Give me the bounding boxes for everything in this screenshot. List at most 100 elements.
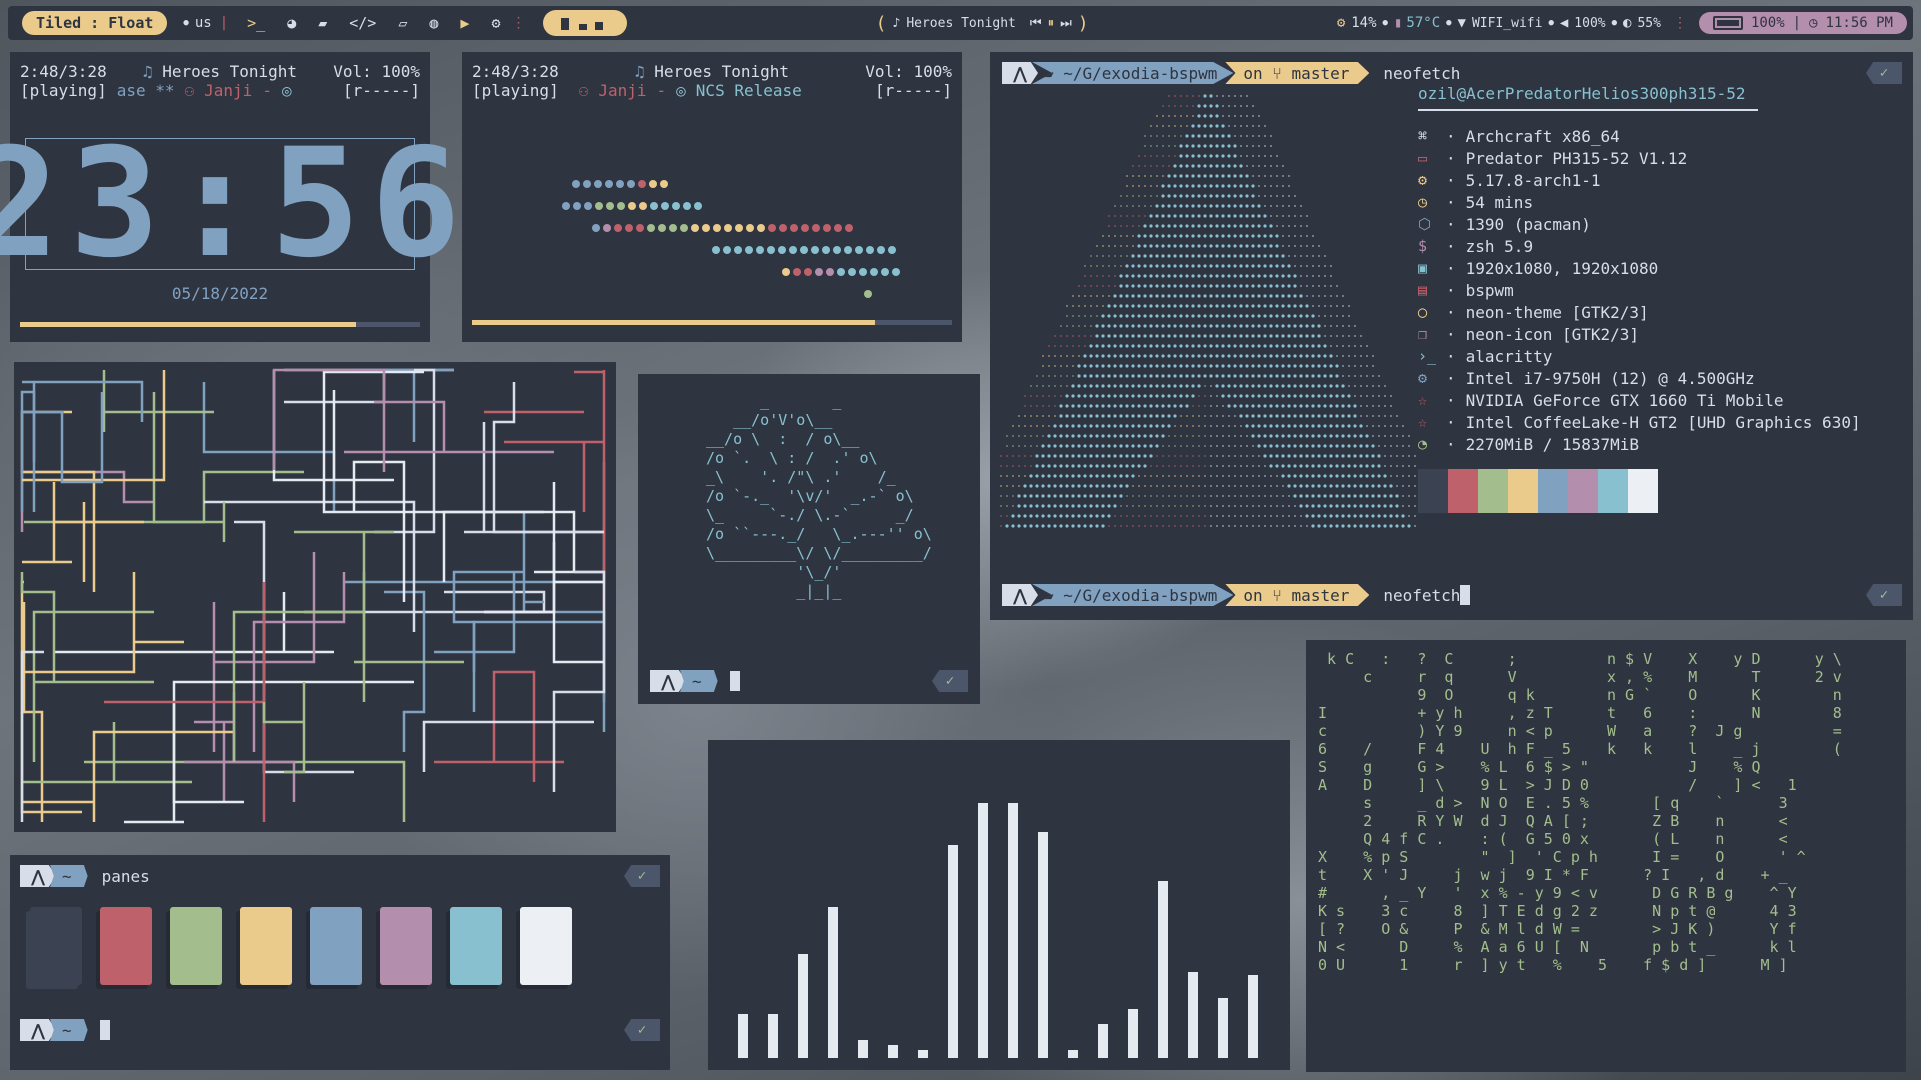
arch-dot (1108, 295, 1110, 297)
arch-dot (1155, 224, 1159, 228)
arch-dot (1048, 395, 1050, 397)
arch-dot (1335, 464, 1339, 468)
arch-dot (1306, 215, 1308, 217)
arch-dot (1191, 244, 1195, 248)
arch-dot (1180, 125, 1182, 127)
arch-dot (1402, 465, 1404, 467)
arch-dot (1101, 354, 1105, 358)
arch-dot (1156, 525, 1158, 527)
arch-dot (1366, 355, 1368, 357)
wifi-name[interactable]: WIFI_wifi (1472, 16, 1542, 31)
arch-dot (1197, 154, 1201, 158)
arch-dot (1275, 344, 1279, 348)
arch-dot (1017, 494, 1021, 498)
arch-dot (1035, 454, 1039, 458)
arch-dot (1408, 465, 1410, 467)
arch-dot (1246, 485, 1248, 487)
terminal-icon[interactable]: >_ (247, 14, 265, 32)
arch-dot (1209, 304, 1213, 308)
media-icon[interactable]: ▶ (460, 14, 469, 32)
arch-dot (1318, 295, 1320, 297)
arch-dot (1408, 485, 1410, 487)
arch-dot (1192, 505, 1194, 507)
arch-dot (1191, 364, 1195, 368)
arch-dot (1132, 175, 1134, 177)
ascii-art-terminal[interactable]: _ _ __/o'V'o\__ __/o \ : / o\__ /o `. \ … (638, 374, 980, 704)
next-icon[interactable]: ⏭ (1060, 16, 1072, 31)
arch-dot (1269, 414, 1273, 418)
cursor[interactable] (729, 671, 740, 691)
arch-dot (1251, 324, 1255, 328)
arch-dot (1348, 315, 1350, 317)
arch-dot (1185, 204, 1189, 208)
arch-dot (1179, 324, 1183, 328)
arch-dot (1083, 504, 1087, 508)
pause-icon[interactable]: ⏸ (1048, 16, 1055, 31)
arch-dot (1144, 525, 1146, 527)
ascii-art: _ _ __/o'V'o\__ __/o \ : / o\__ /o `. \ … (706, 392, 932, 600)
arch-dot (1131, 264, 1135, 268)
arch-dot (1215, 264, 1219, 268)
command-text: neofetch (1383, 63, 1461, 83)
menu-dots-icon[interactable]: ⋮ (1673, 15, 1687, 31)
folder-icon[interactable]: ▰ (318, 14, 327, 32)
arch-dot (1155, 364, 1159, 368)
arch-dot (1059, 524, 1063, 528)
pipe (234, 520, 354, 774)
panes-terminal[interactable]: ⋀ ~ panes ✓ ⋀ ~ ✓ (10, 855, 670, 1070)
gear-icon[interactable]: ⚙ (491, 14, 500, 32)
arch-dot (1311, 424, 1315, 428)
arch-dot (1258, 185, 1260, 187)
arch-dot (1216, 445, 1218, 447)
menu-dots-icon[interactable]: ⋮ (511, 15, 525, 31)
code-icon[interactable]: </> (349, 14, 376, 32)
arch-dot (1287, 424, 1291, 428)
arch-dot (1162, 515, 1164, 517)
arch-dot (1377, 464, 1381, 468)
arch-dot (1197, 354, 1201, 358)
arch-dot (1204, 395, 1206, 397)
volume-level[interactable]: 100% (1574, 16, 1605, 31)
neofetch-terminal[interactable]: ⋀ ▰ ~/G/exodia-bspwm on ⑂ master neofetc… (990, 52, 1913, 620)
arch-dot (1246, 125, 1248, 127)
arch-dot (1294, 255, 1296, 257)
keyboard-layout[interactable]: us (195, 15, 212, 31)
arch-dot (1072, 305, 1074, 307)
arch-dot (1131, 384, 1135, 388)
arch-dot (1324, 255, 1326, 257)
browser-icon[interactable]: ◕ (287, 14, 296, 32)
arch-dot (1377, 524, 1381, 528)
brightness-level[interactable]: 55% (1637, 16, 1660, 31)
arch-dot (1174, 115, 1176, 117)
arch-dot (1203, 94, 1207, 98)
cursor[interactable] (99, 1020, 110, 1040)
arch-dot (1089, 524, 1093, 528)
previous-icon[interactable]: ⏮ (1030, 16, 1042, 31)
arch-dot (1167, 294, 1171, 298)
chat-icon[interactable]: ◍ (429, 14, 438, 32)
arch-dot (1341, 424, 1345, 428)
arch-dot (1204, 385, 1206, 387)
arch-dot (1101, 364, 1105, 368)
arch-dot (1245, 224, 1249, 228)
arch-dot (1311, 384, 1315, 388)
arch-dot (1204, 485, 1206, 487)
arch-dot (1191, 344, 1195, 348)
track-progress-bar[interactable] (20, 322, 420, 327)
command-input[interactable]: neofetch (1383, 586, 1460, 605)
arch-dot (1252, 525, 1254, 527)
notes-icon[interactable]: ▱ (398, 14, 407, 32)
media-module[interactable]: ( ♪ Heroes Tonight ⏮ ⏸ ⏭ ) (876, 13, 1089, 34)
arch-dot (1210, 425, 1212, 427)
arch-dot (1246, 515, 1248, 517)
arch-dot (1161, 294, 1165, 298)
arch-dot (1288, 175, 1290, 177)
arch-dot (1390, 415, 1392, 417)
track-progress-bar[interactable] (472, 320, 952, 325)
battery-clock-module[interactable]: 100% | ◷ 11:56 PM (1698, 12, 1907, 34)
layout-mode-button[interactable]: Tiled : Float (22, 11, 168, 35)
workspace-indicator[interactable] (543, 10, 628, 36)
arch-dot (1036, 435, 1038, 437)
arch-dot (1138, 165, 1140, 167)
arch-dot (1299, 444, 1303, 448)
